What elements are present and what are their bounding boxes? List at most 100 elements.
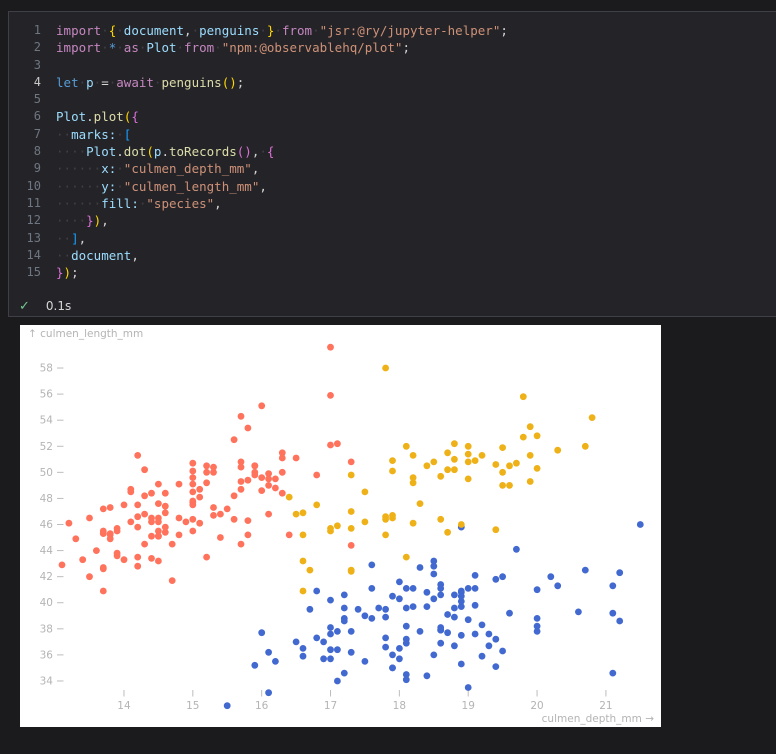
data-point-adelie bbox=[430, 595, 437, 602]
data-point-gentoo bbox=[279, 469, 286, 476]
data-point-gentoo bbox=[217, 534, 224, 541]
data-point-adelie bbox=[465, 616, 472, 623]
data-point-adelie bbox=[451, 592, 458, 599]
code-line[interactable]: 7··marks:·[ bbox=[9, 126, 776, 143]
code-line[interactable]: 3 bbox=[9, 57, 776, 74]
data-point-chinstrap bbox=[589, 414, 596, 421]
data-point-chinstrap bbox=[382, 365, 389, 372]
data-point-gentoo bbox=[155, 500, 162, 507]
data-point-gentoo bbox=[72, 535, 79, 542]
code-line[interactable]: 11······fill:·"species", bbox=[9, 195, 776, 212]
notebook-code-cell[interactable]: 1import·{·document,·penguins·}·from·"jsr… bbox=[8, 11, 776, 317]
data-point-adelie bbox=[382, 644, 389, 651]
data-point-gentoo bbox=[66, 520, 73, 527]
code-line[interactable]: 2import·*·as·Plot·from·"npm:@observableh… bbox=[9, 39, 776, 56]
data-point-adelie bbox=[616, 618, 623, 625]
data-point-adelie bbox=[492, 636, 499, 643]
data-point-gentoo bbox=[313, 472, 320, 479]
data-point-gentoo bbox=[265, 511, 272, 518]
code-line[interactable]: 15}); bbox=[9, 264, 776, 281]
data-point-gentoo bbox=[127, 519, 134, 526]
data-point-gentoo bbox=[121, 556, 128, 563]
data-point-adelie bbox=[616, 569, 623, 576]
data-point-gentoo bbox=[327, 344, 334, 351]
line-number: 7 bbox=[9, 126, 41, 143]
data-point-chinstrap bbox=[451, 466, 458, 473]
line-number: 9 bbox=[9, 160, 41, 177]
code-line[interactable]: 9······x:·"culmen_depth_mm", bbox=[9, 160, 776, 177]
data-point-gentoo bbox=[210, 504, 217, 511]
x-tick-label: 18 bbox=[393, 700, 406, 712]
data-point-adelie bbox=[451, 614, 458, 621]
code-line[interactable]: 6Plot.plot({ bbox=[9, 108, 776, 125]
data-point-adelie bbox=[410, 603, 417, 610]
data-point-adelie bbox=[334, 646, 341, 653]
line-number: 3 bbox=[9, 57, 41, 74]
code-line[interactable]: 14··document, bbox=[9, 247, 776, 264]
data-point-chinstrap bbox=[348, 525, 355, 532]
data-point-adelie bbox=[458, 589, 465, 596]
line-number: 11 bbox=[9, 195, 41, 212]
code-line[interactable]: 10······y:·"culmen_length_mm", bbox=[9, 178, 776, 195]
code-line[interactable]: 12····}), bbox=[9, 212, 776, 229]
y-tick-label: 34 bbox=[40, 675, 54, 687]
data-point-gentoo bbox=[189, 502, 196, 509]
data-point-adelie bbox=[368, 562, 375, 569]
data-point-gentoo bbox=[245, 477, 252, 484]
data-point-chinstrap bbox=[424, 462, 431, 469]
code-line-content: }); bbox=[56, 264, 79, 281]
data-point-chinstrap bbox=[334, 522, 341, 529]
x-axis-label: culmen_depth_mm → bbox=[542, 713, 655, 725]
code-editor[interactable]: 1import·{·document,·penguins·}·from·"jsr… bbox=[9, 22, 776, 281]
data-point-adelie bbox=[582, 567, 589, 574]
x-tick-label: 19 bbox=[462, 700, 475, 712]
code-line[interactable]: 8····Plot.dot(p.toRecords(),·{ bbox=[9, 143, 776, 160]
data-point-gentoo bbox=[169, 577, 176, 584]
data-point-gentoo bbox=[189, 468, 196, 475]
y-tick-label: 40 bbox=[40, 597, 53, 609]
code-line[interactable]: 1import·{·document,·penguins·}·from·"jsr… bbox=[9, 22, 776, 39]
data-point-gentoo bbox=[286, 532, 293, 539]
cell-execution-status: ✓ 0.1s bbox=[19, 295, 71, 317]
data-point-gentoo bbox=[100, 506, 107, 513]
data-point-chinstrap bbox=[444, 449, 451, 456]
data-point-gentoo bbox=[176, 515, 183, 522]
y-tick-label: 52 bbox=[40, 441, 53, 453]
data-point-chinstrap bbox=[582, 443, 589, 450]
data-point-chinstrap bbox=[389, 512, 396, 519]
y-tick-label: 36 bbox=[40, 649, 54, 661]
x-tick-label: 15 bbox=[186, 700, 199, 712]
data-point-adelie bbox=[437, 640, 444, 647]
data-point-adelie bbox=[430, 571, 437, 578]
line-number: 1 bbox=[9, 22, 41, 39]
data-point-chinstrap bbox=[451, 440, 458, 447]
data-point-gentoo bbox=[134, 452, 141, 459]
x-tick-label: 20 bbox=[530, 700, 543, 712]
code-line-content: ····Plot.dot(p.toRecords(),·{ bbox=[56, 143, 274, 160]
data-point-gentoo bbox=[196, 520, 203, 527]
data-point-adelie bbox=[417, 564, 424, 571]
data-point-chinstrap bbox=[300, 532, 307, 539]
data-point-gentoo bbox=[162, 490, 169, 497]
data-point-adelie bbox=[396, 595, 403, 602]
data-point-adelie bbox=[403, 585, 410, 592]
code-line[interactable]: 13··], bbox=[9, 230, 776, 247]
data-point-adelie bbox=[472, 585, 479, 592]
data-point-adelie bbox=[554, 582, 561, 589]
data-point-adelie bbox=[403, 640, 410, 647]
data-point-chinstrap bbox=[437, 516, 444, 523]
data-point-adelie bbox=[320, 655, 327, 662]
data-point-gentoo bbox=[272, 476, 279, 483]
data-point-adelie bbox=[320, 639, 327, 646]
data-point-adelie bbox=[430, 558, 437, 565]
code-line[interactable]: 5 bbox=[9, 91, 776, 108]
x-tick-label: 16 bbox=[255, 700, 269, 712]
data-point-chinstrap bbox=[527, 452, 534, 459]
data-point-gentoo bbox=[251, 462, 258, 469]
data-point-adelie bbox=[479, 622, 486, 629]
data-point-adelie bbox=[313, 588, 320, 595]
data-point-chinstrap bbox=[465, 476, 472, 483]
code-line[interactable]: 4let·p·=·await·penguins(); bbox=[9, 74, 776, 91]
data-point-gentoo bbox=[141, 492, 148, 499]
data-point-chinstrap bbox=[492, 461, 499, 468]
